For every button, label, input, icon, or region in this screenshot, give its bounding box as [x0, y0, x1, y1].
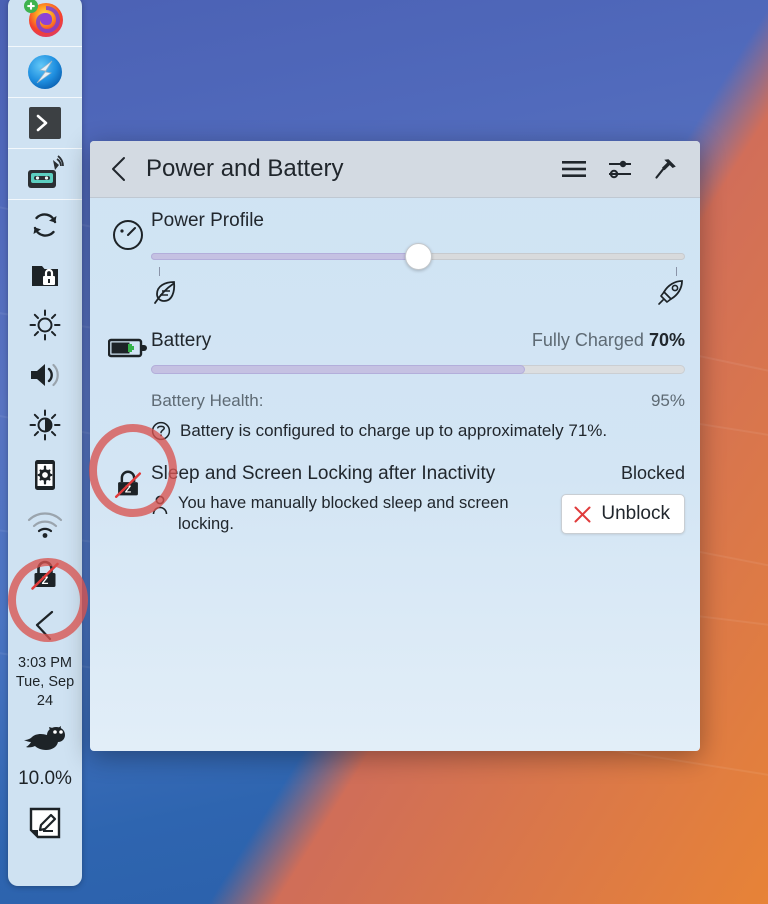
tray-item-sync[interactable] [8, 200, 82, 250]
battery-status: Fully Charged 70% [532, 330, 685, 351]
hamburger-menu-icon [562, 161, 586, 177]
rocket-icon [658, 280, 683, 305]
pin-icon [655, 159, 676, 179]
pin-button[interactable] [646, 149, 686, 189]
battery-title: Battery [151, 330, 212, 351]
info-icon [151, 421, 171, 441]
sleep-reason-text: You have manually blocked sleep and scre… [178, 494, 509, 533]
tray-item-collapse[interactable] [8, 600, 82, 650]
tray-item-cpu-monitor[interactable] [8, 713, 82, 763]
wifi-icon [27, 512, 63, 538]
battery-note-text: Battery is configured to charge up to ap… [180, 421, 608, 440]
power-and-battery-popup: Power and Battery Power Profile Battery … [90, 141, 700, 751]
speedometer-icon [113, 220, 143, 250]
configure-sliders-icon [609, 160, 631, 179]
desktop-wallpaper: Z 3:03 PM Tue, Sep 24 10.0% Power and Ba… [0, 0, 768, 904]
notes-edit-icon [29, 807, 61, 839]
configure-button[interactable] [600, 149, 640, 189]
volume-icon [31, 363, 59, 387]
back-button[interactable] [100, 150, 138, 188]
system-tray-panel: Z 3:03 PM Tue, Sep 24 10.0% [8, 0, 82, 886]
sleep-left: Sleep and Screen Locking after Inactivit… [151, 463, 551, 535]
battery-icon-cell [105, 330, 151, 360]
tray-item-device-settings[interactable] [8, 450, 82, 500]
sleep-icon-cell: Z [105, 463, 151, 501]
leaf-icon [154, 281, 176, 304]
tray-clock-date-line1: Tue, Sep [15, 674, 75, 690]
tray-item-sleep-blocked[interactable]: Z [8, 550, 82, 600]
slider-ticks [151, 267, 685, 277]
display-brightness-icon [29, 409, 61, 441]
chevron-left-icon [112, 157, 125, 181]
close-x-icon [574, 506, 591, 522]
falkon-browser-icon [28, 55, 62, 89]
tray-item-terminal[interactable] [8, 98, 82, 148]
battery-charging-icon [108, 338, 147, 358]
audio-recorder-icon [28, 155, 64, 188]
battery-title-line: Battery Fully Charged 70% [151, 330, 685, 352]
tray-item-falkon[interactable] [8, 47, 82, 97]
folder-lock-icon [32, 266, 58, 286]
power-profile-slider[interactable] [151, 243, 685, 270]
tray-clock-time: 3:03 PM [18, 655, 72, 671]
brightness-icon [29, 309, 61, 341]
battery-health-line: Battery Health: 95% [151, 391, 685, 411]
popup-body: Power Profile Battery Fully Charged 70% … [90, 198, 700, 535]
battery-progress-bar [151, 365, 685, 374]
hamburger-menu-button[interactable] [554, 149, 594, 189]
user-icon [152, 495, 168, 515]
battery-health-value: 95% [650, 391, 685, 410]
tray-item-vault[interactable] [8, 250, 82, 300]
sleep-reason-line: You have manually blocked sleep and scre… [151, 493, 511, 535]
sleep-flex: Sleep and Screen Locking after Inactivit… [151, 463, 685, 535]
power-profile-endpoints [151, 278, 685, 306]
tray-clock[interactable]: 3:03 PM Tue, Sep 24 [8, 650, 82, 713]
battery-progress-fill [151, 365, 525, 374]
battery-note-line: Battery is configured to charge up to ap… [151, 421, 685, 441]
tray-cpu-percent: 10.0% [18, 768, 72, 789]
battery-percent: 70% [648, 330, 685, 350]
sleep-blocked-icon: Z [114, 470, 142, 498]
sleep-status-badge: Blocked [620, 463, 685, 483]
sleep-row: Z Sleep and Screen Locking after Inactiv… [105, 463, 685, 535]
sleep-main: Sleep and Screen Locking after Inactivit… [151, 463, 685, 535]
tray-item-wifi[interactable] [8, 500, 82, 550]
collapse-arrow-icon [35, 610, 54, 641]
battery-status-text: Fully Charged [531, 330, 644, 350]
power-profile-title: Power Profile [151, 210, 264, 231]
battery-main: Battery Fully Charged 70% Battery Health… [151, 330, 685, 441]
battery-health-label: Battery Health: [151, 391, 264, 410]
tray-item-firefox[interactable] [8, 0, 82, 46]
sync-refresh-icon [33, 213, 57, 237]
device-settings-icon [35, 460, 55, 490]
slider-fill [151, 253, 418, 260]
power-profile-row: Power Profile [105, 210, 685, 306]
unblock-button-label: Unblock [601, 503, 670, 524]
cat-icon [24, 726, 65, 750]
tray-clock-date-line2: 24 [36, 693, 54, 709]
sleep-title: Sleep and Screen Locking after Inactivit… [151, 463, 496, 484]
tray-item-display-brightness[interactable] [8, 400, 82, 450]
firefox-icon [24, 0, 63, 37]
popup-header: Power and Battery [90, 141, 700, 198]
tray-item-audio-recorder[interactable] [8, 149, 82, 199]
sleep-right: Blocked Unblock [561, 463, 685, 534]
tray-item-volume[interactable] [8, 350, 82, 400]
unblock-button[interactable]: Unblock [561, 494, 685, 534]
tray-item-notes[interactable] [8, 798, 82, 848]
tray-item-brightness[interactable] [8, 300, 82, 350]
power-profile-icon-cell [105, 210, 151, 252]
power-profile-main: Power Profile [151, 210, 685, 306]
terminal-icon [29, 107, 61, 139]
battery-row: Battery Fully Charged 70% Battery Health… [105, 330, 685, 441]
slider-handle[interactable] [405, 243, 432, 270]
sleep-blocked-icon: Z [31, 560, 59, 590]
power-profile-title-line: Power Profile [151, 210, 685, 232]
page-title: Power and Battery [146, 155, 344, 182]
